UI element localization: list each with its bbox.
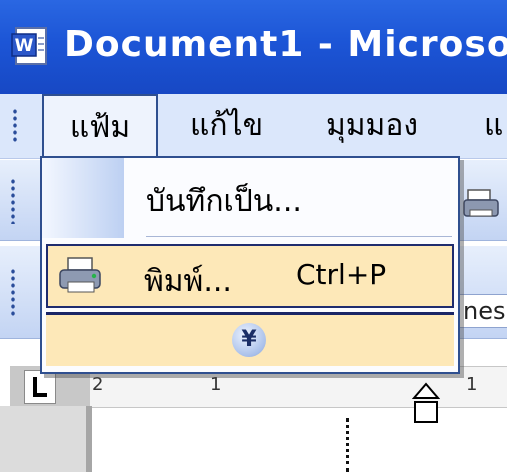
formatting-toolbar-grip[interactable] — [10, 268, 16, 316]
svg-text:W: W — [15, 36, 34, 56]
indent-marker-icon[interactable] — [412, 378, 440, 426]
ruler-label: 1 — [210, 374, 222, 395]
menu-icon-gutter — [42, 158, 124, 238]
menu-item-save-as[interactable]: บันทึกเป็น... — [146, 178, 302, 225]
expand-chevron-icon[interactable]: ¥ — [232, 323, 266, 357]
menu-item-print[interactable]: พิมพ์... Ctrl+P — [46, 244, 454, 308]
page-edge — [86, 406, 92, 472]
title-bar: W Document1 - Microsof — [0, 0, 507, 94]
menubar-grip[interactable] — [12, 108, 18, 144]
font-name-box[interactable]: nes — [458, 294, 507, 328]
print-toolbar-icon[interactable] — [462, 186, 500, 222]
text-boundary-line — [346, 418, 349, 472]
print-label: พิมพ์... — [144, 264, 232, 299]
word-document-icon[interactable]: W — [10, 26, 52, 66]
printer-icon — [59, 257, 101, 293]
ruler-label: 1 — [466, 374, 478, 395]
tab-selector[interactable] — [24, 370, 56, 404]
print-shortcut: Ctrl+P — [296, 258, 387, 291]
menu-edit[interactable]: แก้ไข — [190, 94, 263, 158]
toolbar-grip[interactable] — [10, 178, 16, 224]
ruler-label: 2 — [92, 374, 104, 395]
menu-file[interactable]: แฟ้ม — [42, 94, 158, 158]
menu-expand-row[interactable]: ¥ — [46, 312, 454, 366]
page-margin — [0, 406, 86, 472]
file-menu-dropdown: บันทึกเป็น... พิมพ์... Ctrl+P ¥ — [40, 156, 460, 374]
menu-separator — [146, 236, 452, 237]
menu-bar: แฟ้ม แก้ไข มุมมอง แ — [0, 94, 507, 159]
menu-view[interactable]: มุมมอง — [326, 94, 418, 158]
left-tab-icon — [33, 377, 47, 397]
window-title: Document1 - Microsof — [64, 24, 507, 65]
menu-insert-partial[interactable]: แ — [484, 94, 503, 158]
